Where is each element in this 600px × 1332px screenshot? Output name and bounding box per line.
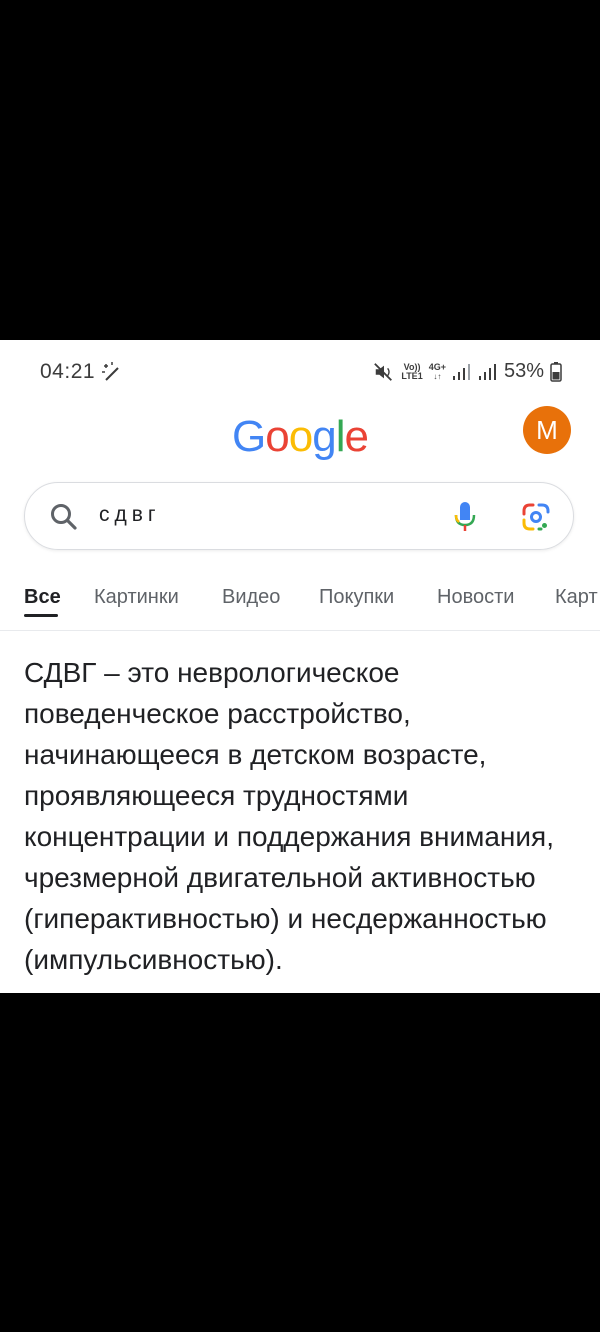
active-tab-indicator bbox=[24, 614, 58, 617]
bottom-black-area bbox=[0, 993, 600, 1332]
search-input[interactable]: сдвг bbox=[99, 503, 161, 527]
tab-images[interactable]: Картинки bbox=[94, 586, 179, 609]
battery-percent: 53% bbox=[503, 360, 544, 382]
status-icons: Vo)) LTE1 4G+ ↓↑ 53% bbox=[373, 360, 562, 383]
microphone-icon[interactable] bbox=[453, 500, 477, 534]
tab-all[interactable]: Все bbox=[24, 586, 61, 609]
logo-letter: l bbox=[335, 412, 346, 461]
tab-video[interactable]: Видео bbox=[222, 586, 280, 609]
tab-news[interactable]: Новости bbox=[437, 586, 514, 609]
lte-label: LTE1 bbox=[401, 370, 423, 381]
logo-letter: o bbox=[288, 412, 314, 461]
phone-screen: 04:21 Vo)) LTE1 4G+ ↓↑ 53% Google M сдвг… bbox=[0, 340, 600, 993]
google-lens-icon[interactable] bbox=[521, 502, 551, 532]
network-type: 4G+ ↓↑ bbox=[428, 361, 446, 381]
signal-icon bbox=[478, 363, 496, 380]
google-logo[interactable]: Google bbox=[232, 412, 369, 462]
status-time: 04:21 bbox=[40, 360, 96, 383]
tab-shopping[interactable]: Покупки bbox=[319, 586, 394, 609]
answer-snippet: СДВГ – это неврологическое поведенческое… bbox=[24, 657, 554, 975]
logo-letter: G bbox=[232, 412, 266, 461]
logo-letter: e bbox=[344, 412, 369, 461]
battery-icon bbox=[550, 361, 562, 382]
signal-icon bbox=[452, 363, 470, 380]
search-box[interactable]: сдвг bbox=[24, 482, 574, 550]
magic-wand-icon bbox=[102, 362, 119, 381]
search-icon bbox=[51, 504, 77, 530]
network-label: 4G+ bbox=[428, 361, 446, 372]
logo-letter: g bbox=[312, 412, 337, 461]
search-tabs: Все Картинки Видео Покупки Новости Карт bbox=[0, 580, 600, 631]
avatar-letter: M bbox=[536, 414, 558, 445]
mute-icon bbox=[374, 362, 393, 381]
top-black-area bbox=[0, 0, 600, 340]
logo-letter: o bbox=[265, 412, 290, 461]
volte-icon: Vo)) LTE1 bbox=[401, 362, 423, 381]
account-avatar[interactable]: M bbox=[523, 406, 571, 454]
status-bar: 04:21 Vo)) LTE1 4G+ ↓↑ 53% bbox=[0, 340, 600, 406]
tab-maps[interactable]: Карт bbox=[555, 586, 598, 609]
